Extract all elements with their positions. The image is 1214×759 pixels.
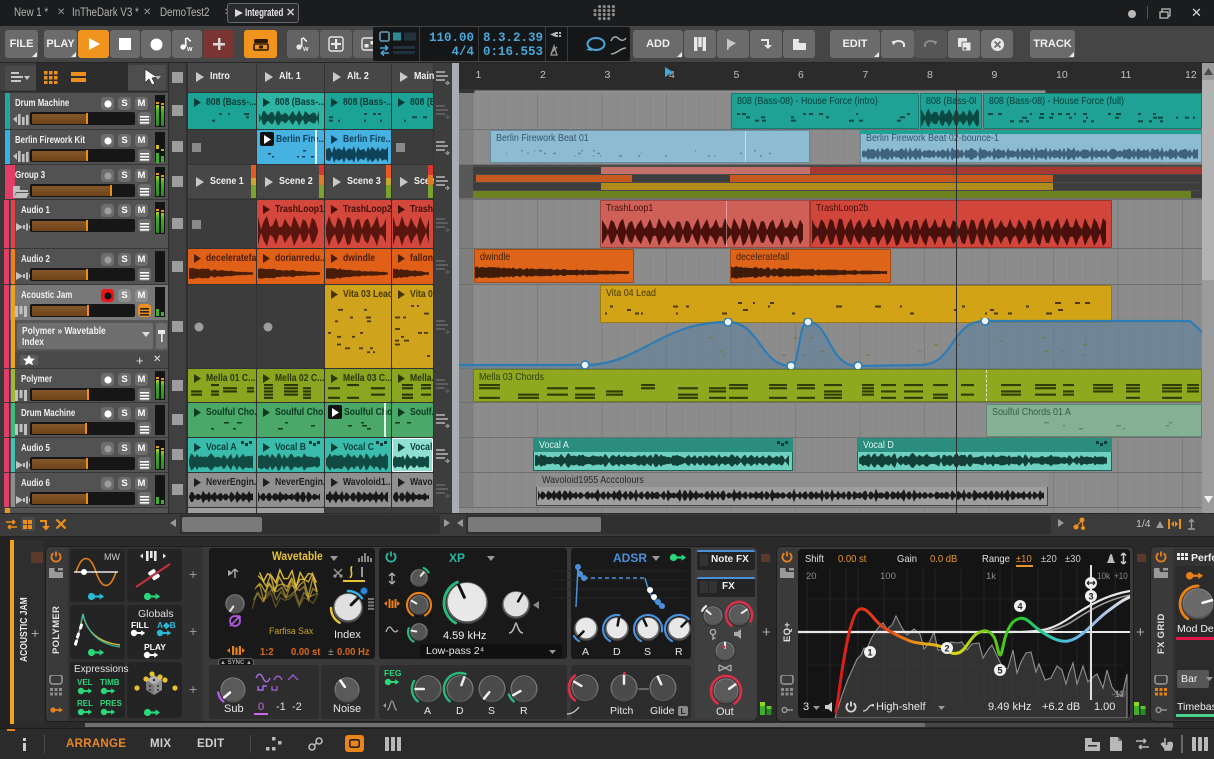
svg-text:L: L: [681, 707, 686, 716]
svg-text:w: w: [186, 46, 193, 52]
svg-text:3: 3: [1088, 592, 1093, 602]
svg-text:2: 2: [944, 644, 949, 654]
svg-text:w: w: [302, 46, 309, 52]
svg-text:4: 4: [1017, 602, 1022, 612]
svg-text:1: 1: [867, 648, 872, 658]
svg-text:5: 5: [997, 666, 1002, 676]
